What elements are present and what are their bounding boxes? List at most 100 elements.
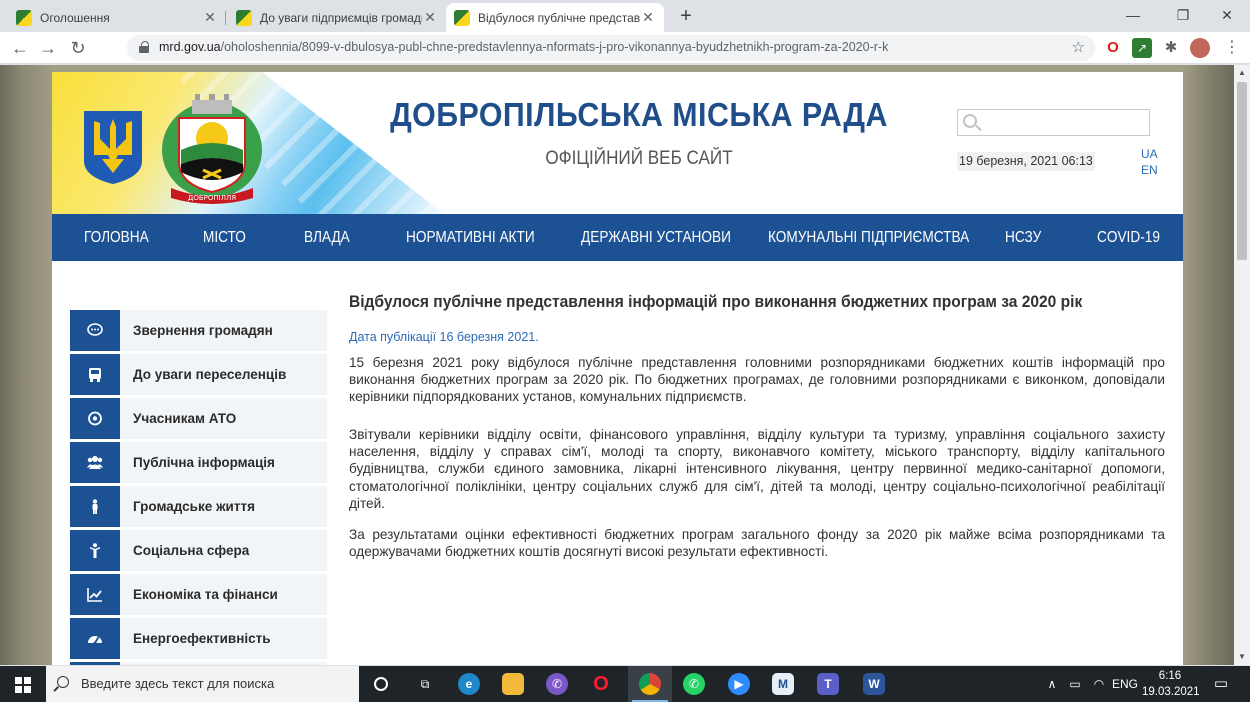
- tab-title: До уваги підприємців громади!: [260, 10, 422, 25]
- forward-button[interactable]: →: [36, 36, 60, 60]
- tab-close-icon[interactable]: ✕: [422, 9, 438, 26]
- address-bar[interactable]: mrd.gov.ua/oholoshennia/8099-v-dbulosya-…: [127, 35, 1095, 61]
- browser-tab-active[interactable]: Відбулося публічне представле ✕: [446, 3, 664, 32]
- url-text: mrd.gov.ua/oholoshennia/8099-v-dbulosya-…: [159, 40, 888, 54]
- bookmark-star-icon[interactable]: ☆: [1072, 38, 1085, 56]
- nav-item-authority[interactable]: ВЛАДА: [304, 214, 350, 261]
- sidebar-item-appeals[interactable]: Звернення громадян: [70, 310, 327, 351]
- folder-icon: [502, 673, 524, 695]
- taskbar-app-edge[interactable]: e: [447, 666, 491, 702]
- taskbar-app-zoom[interactable]: ▶: [717, 666, 761, 702]
- viber-icon: ✆: [546, 673, 568, 695]
- page-scrollbar[interactable]: ▲ ▼: [1234, 65, 1250, 665]
- current-date: 19 березня, 2021 06:13: [957, 152, 1095, 171]
- lock-icon[interactable]: [139, 41, 149, 53]
- sidebar-item-social[interactable]: Соціальна сфера: [70, 530, 327, 571]
- nav-item-home[interactable]: ГОЛОВНА: [84, 214, 149, 261]
- main-navigation: ГОЛОВНА МІСТО ВЛАДА НОРМАТИВНІ АКТИ ДЕРЖ…: [52, 214, 1183, 261]
- browser-tab[interactable]: До уваги підприємців громади! ✕: [228, 3, 446, 32]
- sidebar-item-label: До уваги переселенців: [133, 367, 287, 382]
- scroll-down-arrow-icon[interactable]: ▼: [1234, 649, 1250, 665]
- opera-extension-icon[interactable]: O: [1103, 38, 1123, 58]
- nav-item-city[interactable]: МІСТО: [203, 214, 246, 261]
- chrome-icon: [639, 673, 661, 695]
- url-domain: mrd.gov.ua: [159, 40, 221, 54]
- green-extension-icon[interactable]: ↗: [1132, 38, 1152, 58]
- cortana-button[interactable]: [359, 666, 403, 702]
- sidebar-item-public-life[interactable]: Громадське життя: [70, 486, 327, 527]
- extensions-puzzle-icon[interactable]: ✱: [1161, 38, 1181, 58]
- taskbar-app-explorer[interactable]: [491, 666, 535, 702]
- task-view-icon: ⧉: [420, 677, 430, 691]
- scrollbar-thumb[interactable]: [1237, 82, 1247, 260]
- windows-start-button[interactable]: [0, 666, 46, 702]
- profile-avatar[interactable]: [1190, 38, 1210, 58]
- lang-en-link[interactable]: EN: [1141, 163, 1158, 177]
- tab-title: Оголошення: [40, 10, 110, 25]
- taskbar-app-viber[interactable]: ✆: [535, 666, 579, 702]
- site-search[interactable]: [957, 109, 1150, 136]
- lang-ua-link[interactable]: UA: [1141, 147, 1158, 161]
- tab-separator: [225, 11, 226, 25]
- sidebar-item-migrants[interactable]: До уваги переселенців: [70, 354, 327, 395]
- input-language-indicator[interactable]: ENG: [1112, 666, 1138, 702]
- clock-time: 6:16: [1158, 670, 1182, 682]
- taskbar-search-box[interactable]: Введите здесь текст для поиска: [46, 666, 359, 702]
- browser-tab-strip: Оголошення ✕ До уваги підприємців громад…: [0, 0, 1250, 32]
- sidebar-icon-box: [70, 618, 120, 659]
- taskbar-app-opera[interactable]: O: [579, 666, 623, 702]
- taskbar-search-text: Введите здесь текст для поиска: [81, 676, 275, 691]
- site-favicon-icon: [16, 9, 32, 26]
- nav-item-covid[interactable]: COVID-19: [1097, 214, 1160, 261]
- close-window-button[interactable]: ✕: [1204, 4, 1250, 26]
- sidebar-item-ato[interactable]: Учасникам АТО: [70, 398, 327, 439]
- tab-close-icon[interactable]: ✕: [640, 9, 656, 26]
- restore-button[interactable]: ❐: [1160, 4, 1206, 26]
- taskbar-app-word[interactable]: W: [852, 666, 896, 702]
- battery-icon[interactable]: ▭: [1064, 666, 1086, 702]
- svg-text:ДОБРОПІЛЛЯ: ДОБРОПІЛЛЯ: [188, 194, 236, 202]
- scroll-up-arrow-icon[interactable]: ▲: [1234, 65, 1250, 81]
- task-view-button[interactable]: ⧉: [403, 666, 447, 702]
- taskbar-app-mindmanager[interactable]: M: [761, 666, 805, 702]
- page-viewport: ДОБРОПІЛЛЯ ДОБРОПІЛЬСЬКА МІСЬКА РАДА ОФІ…: [0, 65, 1234, 665]
- taskbar-clock[interactable]: 6:16 19.03.2021: [1142, 668, 1200, 700]
- windows-logo-pane: [15, 686, 22, 693]
- tray-chevron-up-icon[interactable]: ∧: [1042, 666, 1062, 702]
- notification-center-icon[interactable]: ▭: [1206, 666, 1236, 702]
- sidebar-item-economy[interactable]: Економіка та фінанси: [70, 574, 327, 615]
- search-input[interactable]: [984, 113, 1144, 132]
- minimize-button[interactable]: —: [1110, 4, 1156, 26]
- sidebar-item-label: Звернення громадян: [133, 323, 273, 338]
- new-tab-button[interactable]: +: [674, 5, 698, 29]
- sidebar-icon-box: [70, 354, 120, 395]
- nav-item-state-institutions[interactable]: ДЕРЖАВНІ УСТАНОВИ: [581, 214, 731, 261]
- url-path: /oholoshennia/8099-v-dbulosya-publ-chne-…: [220, 40, 889, 54]
- nav-item-nszu[interactable]: НСЗУ: [1005, 214, 1041, 261]
- wifi-icon[interactable]: ◠: [1088, 666, 1110, 702]
- browser-tab[interactable]: Оголошення ✕: [8, 3, 226, 32]
- article-pubdate: Дата публікації 16 березня 2021.: [349, 330, 539, 344]
- nav-item-regulations[interactable]: НОРМАТИВНІ АКТИ: [406, 214, 535, 261]
- taskbar-app-chrome[interactable]: [628, 666, 672, 702]
- tab-close-icon[interactable]: ✕: [202, 9, 218, 26]
- reload-button[interactable]: ↻: [66, 36, 90, 60]
- sidebar-item-public-info[interactable]: Публічна інформація: [70, 442, 327, 483]
- search-icon[interactable]: [963, 114, 977, 128]
- taskbar-app-teams[interactable]: T: [806, 666, 850, 702]
- menu-dots-icon[interactable]: ⋮: [1222, 38, 1242, 58]
- sidebar-item-label: Соціальна сфера: [133, 543, 250, 558]
- chat-icon: [87, 323, 103, 338]
- nav-item-municipal-enterprises[interactable]: КОМУНАЛЬНІ ПІДПРИЄМСТВА: [768, 214, 969, 261]
- sidebar-item-energy[interactable]: Енергоефективність: [70, 618, 327, 659]
- city-coat-of-arms-icon: ДОБРОПІЛЛЯ: [162, 94, 262, 204]
- sidebar-item-partial[interactable]: [70, 662, 327, 665]
- sidebar-icon-box: [70, 662, 120, 665]
- taskbar-app-whatsapp[interactable]: ✆: [672, 666, 716, 702]
- search-icon: [57, 676, 69, 688]
- ukraine-trident-icon: [84, 111, 142, 184]
- back-button[interactable]: ←: [8, 36, 32, 60]
- cortana-circle-icon: [374, 677, 388, 691]
- clock-date: 19.03.2021: [1142, 686, 1200, 698]
- site-container: ДОБРОПІЛЛЯ ДОБРОПІЛЬСЬКА МІСЬКА РАДА ОФІ…: [52, 72, 1183, 665]
